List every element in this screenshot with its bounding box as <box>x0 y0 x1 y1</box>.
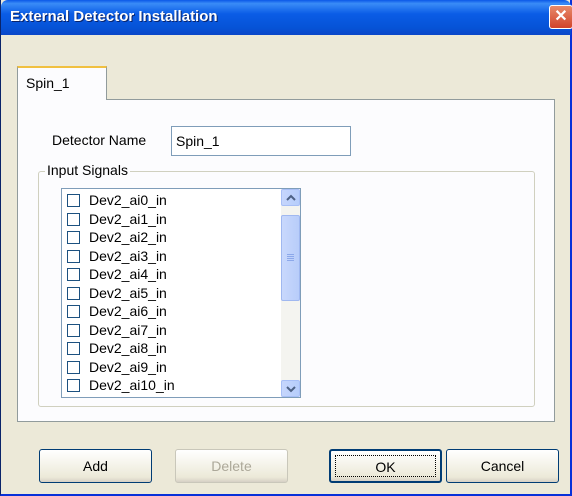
signal-label: Dev2_ai3_in <box>89 247 167 264</box>
signal-label: Dev2_ai2_in <box>89 229 167 245</box>
list-item[interactable]: Dev2_ai5_in <box>67 284 277 302</box>
signal-label: Dev2_ai10_in <box>89 377 175 393</box>
list-item[interactable]: Dev2_ai6_in <box>67 303 277 320</box>
signal-checkbox[interactable] <box>67 323 80 337</box>
dialog-window: External Detector Installation ✕ Spin_1 … <box>0 0 572 496</box>
chevron-down-icon <box>286 386 296 393</box>
signals-listbox[interactable]: Dev2_ai0_in Dev2_ai1_in Dev2_ai2_in Dev2_ai… <box>61 188 301 398</box>
delete-button[interactable]: Delete <box>175 449 288 483</box>
scroll-up-button[interactable] <box>281 189 300 206</box>
signal-label: Dev2_ai4_in <box>89 266 167 282</box>
signal-label: Dev2_ai7_in <box>89 321 167 338</box>
signal-checkbox[interactable] <box>67 231 80 244</box>
list-item[interactable]: Dev2_ai9_in <box>67 358 277 376</box>
scroll-thumb[interactable] <box>281 215 300 301</box>
title-bar[interactable]: External Detector Installation ✕ <box>1 0 572 35</box>
signal-label: Dev2_ai1_in <box>89 210 167 227</box>
list-item[interactable]: Dev2_ai7_in <box>67 321 277 339</box>
signal-checkbox[interactable] <box>67 194 80 207</box>
signal-checkbox[interactable] <box>67 212 80 226</box>
window-title: External Detector Installation <box>10 8 218 25</box>
list-item[interactable]: Dev2_ai8_in <box>67 340 277 357</box>
list-item[interactable]: Dev2_ai2_in <box>67 229 277 246</box>
signal-checkbox[interactable] <box>67 268 80 281</box>
signal-checkbox[interactable] <box>67 249 80 263</box>
signal-checkbox[interactable] <box>67 305 80 318</box>
list-item[interactable]: Dev2_ai1_in <box>67 210 277 228</box>
vertical-scrollbar[interactable] <box>281 189 300 397</box>
list-item[interactable]: Dev2_ai3_in <box>67 247 277 265</box>
list-item[interactable]: Dev2_ai0_in <box>67 192 277 209</box>
cancel-button[interactable]: Cancel <box>446 449 559 483</box>
signal-checkbox[interactable] <box>67 360 80 374</box>
detector-name-label: Detector Name <box>52 132 147 148</box>
signal-checkbox[interactable] <box>67 342 80 355</box>
signal-label: Dev2_ai9_in <box>89 358 167 375</box>
input-signals-label: Input Signals <box>45 162 130 178</box>
scroll-down-button[interactable] <box>281 380 300 397</box>
add-button[interactable]: Add <box>39 449 152 483</box>
close-icon: ✕ <box>554 8 568 25</box>
chevron-up-icon <box>286 194 296 201</box>
signal-label: Dev2_ai6_in <box>89 303 167 319</box>
signal-label: Dev2_ai5_in <box>89 284 167 301</box>
tab-label: Spin_1 <box>26 75 70 91</box>
list-item[interactable]: Dev2_ai10_in <box>67 377 277 394</box>
signal-checkbox[interactable] <box>67 286 80 300</box>
tab-spin-1[interactable]: Spin_1 <box>17 66 107 100</box>
signal-label: Dev2_ai0_in <box>89 192 167 208</box>
ok-button[interactable]: OK <box>329 449 442 483</box>
focus-rect <box>335 455 436 477</box>
detector-name-input[interactable] <box>171 126 351 156</box>
list-item[interactable]: Dev2_ai4_in <box>67 266 277 283</box>
close-button[interactable]: ✕ <box>549 5 572 29</box>
signal-label: Dev2_ai8_in <box>89 340 167 356</box>
signal-checkbox[interactable] <box>67 379 80 392</box>
